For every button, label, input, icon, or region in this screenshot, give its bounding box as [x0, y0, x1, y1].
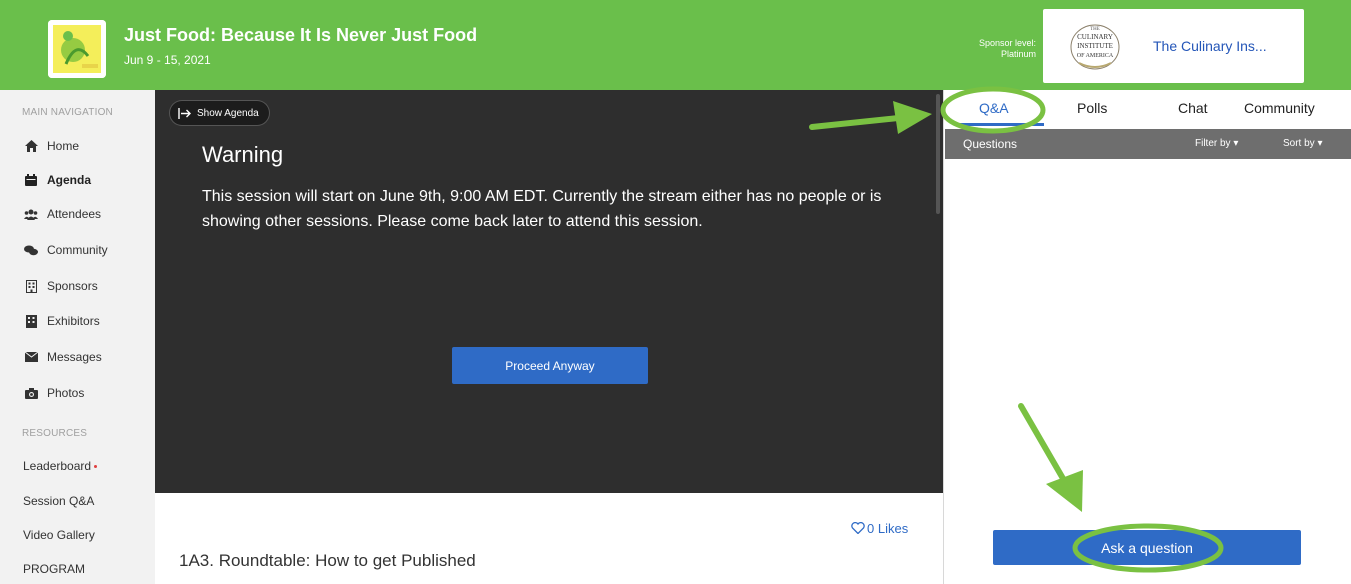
sidebar-item-label: Agenda	[47, 173, 92, 187]
sponsor-logo-line-1: THE	[1090, 27, 1100, 32]
users-icon	[24, 207, 38, 221]
exhibitor-icon	[24, 314, 38, 328]
filter-by-dropdown[interactable]: Filter by ▾	[1195, 138, 1238, 149]
video-player: Show Agenda Warning This session will st…	[155, 90, 943, 493]
notification-dot	[94, 465, 98, 469]
sidebar-item-label: Photos	[47, 386, 85, 400]
show-agenda-button[interactable]: Show Agenda	[170, 101, 269, 125]
home-icon	[24, 139, 38, 153]
main-navigation-label: MAIN NAVIGATION	[22, 107, 113, 118]
sidebar-item-exhibitors[interactable]: Exhibitors	[0, 306, 155, 336]
likes-button[interactable]: 0 Likes	[851, 521, 908, 536]
sponsor-logo-line-3: INSTITUTE	[1077, 42, 1113, 50]
warning-title: Warning	[202, 142, 284, 167]
active-tab-indicator	[958, 123, 1044, 126]
questions-label: Questions	[963, 137, 1018, 151]
sidebar-item-label: Community	[47, 243, 108, 257]
sidebar-item-agenda[interactable]: Agenda	[0, 165, 155, 195]
questions-toolbar: Questions Filter by ▾ Sort by ▾	[945, 129, 1351, 159]
resources-label: RESOURCES	[22, 428, 88, 439]
sidebar-item-program[interactable]: PROGRAM	[23, 562, 85, 576]
scrollbar[interactable]	[936, 94, 940, 214]
app-root: Just Food: Because It Is Never Just Food…	[0, 0, 1351, 584]
sidebar-item-label: Exhibitors	[47, 314, 100, 328]
event-title: Just Food: Because It Is Never Just Food	[124, 25, 478, 45]
engagement-panel	[943, 90, 1351, 584]
sidebar-item-label: Leaderboard	[23, 459, 92, 473]
heart-icon	[851, 521, 865, 535]
sidebar-item-label: Home	[47, 139, 80, 153]
sponsor-level-label: Sponsor level:	[978, 38, 1036, 48]
comments-icon	[24, 243, 38, 257]
sidebar-item-video-gallery[interactable]: Video Gallery	[23, 528, 95, 542]
event-logo-graphic	[48, 20, 106, 78]
sidebar-item-session-qa[interactable]: Session Q&A	[23, 494, 94, 508]
sidebar-item-messages[interactable]: Messages	[0, 342, 155, 372]
sidebar-item-attendees[interactable]: Attendees	[0, 199, 155, 229]
session-title: 1A3. Roundtable: How to get Published	[179, 551, 476, 570]
sidebar-item-home[interactable]: Home	[0, 131, 155, 161]
sidebar-item-leaderboard[interactable]: Leaderboard	[23, 459, 98, 473]
sidebar-item-label: Messages	[47, 350, 102, 364]
event-dates: Jun 9 - 15, 2021	[124, 53, 211, 67]
sponsor-logo-line-4: OF AMERICA	[1077, 53, 1114, 59]
tab-qa[interactable]: Q&A	[979, 100, 1009, 116]
sponsor-level: Sponsor level: Platinum	[979, 38, 1036, 60]
proceed-anyway-button[interactable]: Proceed Anyway	[452, 347, 648, 384]
sidebar-item-label: Attendees	[47, 207, 102, 221]
camera-icon	[24, 386, 38, 400]
sponsor-card[interactable]: THE CULINARY INSTITUTE OF AMERICA The Cu…	[1043, 9, 1304, 83]
building-icon	[24, 279, 38, 293]
expand-right-icon	[178, 107, 191, 119]
likes-count: 0 Likes	[867, 521, 909, 536]
envelope-icon	[24, 350, 38, 364]
warning-message: This session will start on June 9th, 9:0…	[202, 188, 882, 230]
sponsor-logo-line-2: CULINARY	[1077, 33, 1113, 41]
sort-by-dropdown[interactable]: Sort by ▾	[1283, 138, 1322, 149]
tab-chat[interactable]: Chat	[1178, 100, 1208, 116]
ask-question-button[interactable]: Ask a question	[993, 530, 1301, 565]
tab-community[interactable]: Community	[1244, 100, 1315, 116]
tab-polls[interactable]: Polls	[1077, 100, 1107, 116]
event-logo[interactable]	[48, 20, 106, 78]
sponsor-name[interactable]: The Culinary Ins...	[1153, 38, 1267, 54]
sidebar-item-community[interactable]: Community	[0, 235, 155, 265]
sponsor-level-value: Platinum	[1000, 49, 1036, 59]
sidebar-item-photos[interactable]: Photos	[0, 378, 155, 408]
sidebar-item-label: Sponsors	[47, 279, 98, 293]
panel-divider	[943, 90, 944, 584]
calendar-icon	[24, 173, 38, 187]
event-header: Just Food: Because It Is Never Just Food…	[0, 0, 1351, 90]
show-agenda-label: Show Agenda	[197, 107, 259, 119]
sponsor-logo: THE CULINARY INSTITUTE OF AMERICA	[1070, 24, 1120, 70]
sidebar-item-sponsors[interactable]: Sponsors	[0, 271, 155, 301]
